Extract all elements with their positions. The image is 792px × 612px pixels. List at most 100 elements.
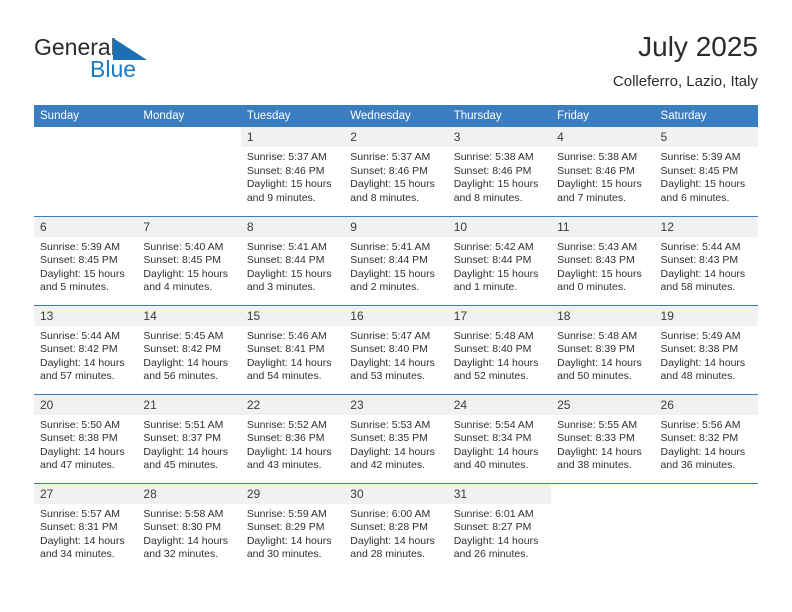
sunrise-text: Sunrise: 6:01 AM: [453, 507, 534, 520]
sunset-text: Sunset: 8:45 PM: [40, 254, 118, 267]
daylight-text: Daylight: 15 hours and 0 minutes.: [557, 267, 642, 294]
weekday-header-friday: Friday: [551, 105, 655, 127]
day-details: Sunrise: 5:59 AM Sunset: 8:29 PM Daylight:…: [241, 504, 344, 562]
sunrise-text: Sunrise: 5:54 AM: [453, 418, 534, 431]
day-number: 30: [344, 483, 448, 504]
calendar-day-cell[interactable]: 29 Sunrise: 5:59 AM Sunset: 8:29 PM Dayligh…: [240, 482, 345, 572]
sunrise-text: Sunrise: 5:50 AM: [40, 418, 120, 431]
sunset-text: Sunset: 8:42 PM: [143, 343, 222, 356]
calendar-day-cell[interactable]: 15 Sunrise: 5:46 AM Sunset: 8:41 PM Dayligh…: [240, 304, 345, 394]
day-number: 14: [137, 305, 241, 326]
weekday-header-saturday: Saturday: [654, 105, 758, 127]
day-number: 9: [344, 216, 448, 237]
calendar-day-cell[interactable]: 5 Sunrise: 5:39 AM Sunset: 8:45 PM Daylight…: [654, 127, 758, 216]
daylight-text: Daylight: 14 hours and 47 minutes.: [40, 445, 125, 472]
calendar-day-cell[interactable]: 16 Sunrise: 5:47 AM Sunset: 8:40 PM Dayligh…: [344, 304, 448, 394]
sunrise-text: Sunrise: 5:53 AM: [350, 418, 431, 431]
sunset-text: Sunset: 8:46 PM: [350, 164, 428, 177]
sunset-text: Sunset: 8:46 PM: [246, 164, 325, 177]
day-number: 13: [34, 305, 138, 326]
calendar-day-cell[interactable]: 2 Sunrise: 5:37 AM Sunset: 8:46 PM Daylight…: [344, 127, 448, 216]
calendar-day-cell[interactable]: 8 Sunrise: 5:41 AM Sunset: 8:44 PM Daylight…: [240, 215, 345, 305]
calendar-day-cell[interactable]: 26 Sunrise: 5:56 AM Sunset: 8:32 PM Dayligh…: [654, 393, 758, 483]
day-details: Sunrise: 5:38 AM Sunset: 8:46 PM Daylight:…: [448, 147, 551, 205]
day-details: Sunrise: 5:42 AM Sunset: 8:44 PM Daylight:…: [448, 237, 551, 295]
calendar-day-cell[interactable]: 13 Sunrise: 5:44 AM Sunset: 8:42 PM Dayligh…: [34, 304, 138, 394]
daylight-text: Daylight: 14 hours and 54 minutes.: [246, 356, 332, 383]
calendar-day-cell[interactable]: 22 Sunrise: 5:52 AM Sunset: 8:36 PM Dayligh…: [240, 393, 345, 483]
calendar-day-cell[interactable]: 10 Sunrise: 5:42 AM Sunset: 8:44 PM Dayligh…: [447, 215, 552, 305]
calendar-day-cell[interactable]: 4 Sunrise: 5:38 AM Sunset: 8:46 PM Daylight…: [551, 127, 655, 216]
day-number: 16: [344, 305, 448, 326]
sunrise-text: Sunrise: 5:39 AM: [40, 240, 120, 253]
day-details: Sunrise: 5:50 AM Sunset: 8:38 PM Daylight:…: [34, 415, 137, 473]
calendar-day-cell[interactable]: 3 Sunrise: 5:38 AM Sunset: 8:46 PM Daylight…: [447, 127, 552, 216]
day-number: 19: [654, 305, 758, 326]
daylight-text: Daylight: 15 hours and 9 minutes.: [246, 178, 332, 204]
day-number: 10: [447, 216, 552, 237]
daylight-text: Daylight: 15 hours and 5 minutes.: [40, 267, 125, 294]
day-number: 29: [240, 483, 345, 504]
sunset-text: Sunset: 8:45 PM: [660, 164, 739, 177]
generalblue-logo[interactable]: General Blue: [34, 34, 234, 92]
sunrise-text: Sunrise: 5:38 AM: [453, 151, 534, 163]
day-details: Sunrise: 5:49 AM Sunset: 8:38 PM Daylight:…: [655, 326, 758, 384]
calendar-day-cell[interactable]: 19 Sunrise: 5:49 AM Sunset: 8:38 PM Dayligh…: [654, 304, 758, 394]
weekday-header-sunday: Sunday: [34, 105, 138, 127]
day-details: Sunrise: 5:41 AM Sunset: 8:44 PM Daylight:…: [241, 237, 344, 295]
sunset-text: Sunset: 8:36 PM: [246, 432, 325, 445]
day-number: 12: [654, 216, 758, 237]
day-number: 15: [240, 305, 345, 326]
calendar-day-cell[interactable]: 24 Sunrise: 5:54 AM Sunset: 8:34 PM Dayligh…: [447, 393, 552, 483]
sunrise-text: Sunrise: 5:55 AM: [557, 418, 638, 431]
day-details: Sunrise: 5:58 AM Sunset: 8:30 PM Daylight:…: [137, 504, 240, 562]
daylight-text: Daylight: 14 hours and 32 minutes.: [143, 534, 229, 561]
daylight-text: Daylight: 14 hours and 38 minutes.: [557, 445, 642, 472]
day-number: 26: [654, 394, 758, 415]
calendar-day-cell[interactable]: 30 Sunrise: 6:00 AM Sunset: 8:28 PM Dayligh…: [344, 482, 448, 572]
daylight-text: Daylight: 15 hours and 4 minutes.: [143, 267, 229, 294]
calendar-day-cell[interactable]: 21 Sunrise: 5:51 AM Sunset: 8:37 PM Dayligh…: [137, 393, 241, 483]
calendar-day-cell[interactable]: 18 Sunrise: 5:48 AM Sunset: 8:39 PM Dayligh…: [551, 304, 655, 394]
sunrise-text: Sunrise: 5:59 AM: [246, 507, 327, 520]
calendar-day-cell[interactable]: 6 Sunrise: 5:39 AM Sunset: 8:45 PM Daylight…: [34, 215, 138, 305]
calendar-day-cell[interactable]: 14 Sunrise: 5:45 AM Sunset: 8:42 PM Dayligh…: [137, 304, 241, 394]
sunset-text: Sunset: 8:37 PM: [143, 432, 222, 445]
calendar-day-cell[interactable]: 20 Sunrise: 5:50 AM Sunset: 8:38 PM Dayligh…: [34, 393, 138, 483]
calendar-day-cell[interactable]: 25 Sunrise: 5:55 AM Sunset: 8:33 PM Dayligh…: [551, 393, 655, 483]
day-number: 25: [551, 394, 655, 415]
calendar-day-cell[interactable]: 17 Sunrise: 5:48 AM Sunset: 8:40 PM Dayligh…: [447, 304, 552, 394]
logo-text-blue: Blue: [90, 56, 137, 82]
day-number: 21: [137, 394, 241, 415]
calendar-day-cell[interactable]: 9 Sunrise: 5:41 AM Sunset: 8:44 PM Daylight…: [344, 215, 448, 305]
calendar-day-cell[interactable]: 12 Sunrise: 5:44 AM Sunset: 8:43 PM Dayligh…: [654, 215, 758, 305]
sunrise-text: Sunrise: 5:44 AM: [40, 329, 120, 342]
daylight-text: Daylight: 14 hours and 50 minutes.: [557, 356, 642, 383]
day-details: Sunrise: 5:44 AM Sunset: 8:43 PM Daylight:…: [655, 237, 758, 295]
weekday-header-tuesday: Tuesday: [240, 105, 345, 127]
calendar-day-cell[interactable]: 27 Sunrise: 5:57 AM Sunset: 8:31 PM Dayligh…: [34, 482, 138, 572]
day-details: Sunrise: 5:41 AM Sunset: 8:44 PM Daylight:…: [344, 237, 447, 295]
day-number: 6: [34, 216, 138, 237]
sunrise-text: Sunrise: 5:37 AM: [246, 151, 327, 163]
sunset-text: Sunset: 8:40 PM: [350, 343, 428, 356]
day-details: Sunrise: 5:40 AM Sunset: 8:45 PM Daylight:…: [137, 237, 240, 295]
calendar-day-cell[interactable]: 23 Sunrise: 5:53 AM Sunset: 8:35 PM Dayligh…: [344, 393, 448, 483]
sunrise-text: Sunrise: 5:51 AM: [143, 418, 224, 431]
calendar-day-cell[interactable]: 1 Sunrise: 5:37 AM Sunset: 8:46 PM Daylight…: [240, 127, 345, 216]
day-details: Sunrise: 5:38 AM Sunset: 8:46 PM Daylight:…: [551, 147, 654, 205]
calendar-day-cell[interactable]: 7 Sunrise: 5:40 AM Sunset: 8:45 PM Daylight…: [137, 215, 241, 305]
calendar-day-cell[interactable]: 31 Sunrise: 6:01 AM Sunset: 8:27 PM Dayligh…: [447, 482, 552, 572]
day-details: Sunrise: 5:39 AM Sunset: 8:45 PM Daylight:…: [655, 147, 758, 205]
calendar-day-cell[interactable]: 11 Sunrise: 5:43 AM Sunset: 8:43 PM Dayligh…: [551, 215, 655, 305]
sunset-text: Sunset: 8:33 PM: [557, 432, 635, 445]
daylight-text: Daylight: 14 hours and 56 minutes.: [143, 356, 229, 383]
daylight-text: Daylight: 15 hours and 2 minutes.: [350, 267, 435, 294]
calendar-day-cell[interactable]: 28 Sunrise: 5:58 AM Sunset: 8:30 PM Dayligh…: [137, 482, 241, 572]
sunset-text: Sunset: 8:38 PM: [660, 343, 739, 356]
sunrise-text: Sunrise: 5:41 AM: [350, 240, 431, 253]
daylight-text: Daylight: 14 hours and 36 minutes.: [660, 445, 746, 472]
sunrise-text: Sunrise: 5:57 AM: [40, 507, 120, 520]
sunset-text: Sunset: 8:42 PM: [40, 343, 118, 356]
day-number: 31: [447, 483, 552, 504]
